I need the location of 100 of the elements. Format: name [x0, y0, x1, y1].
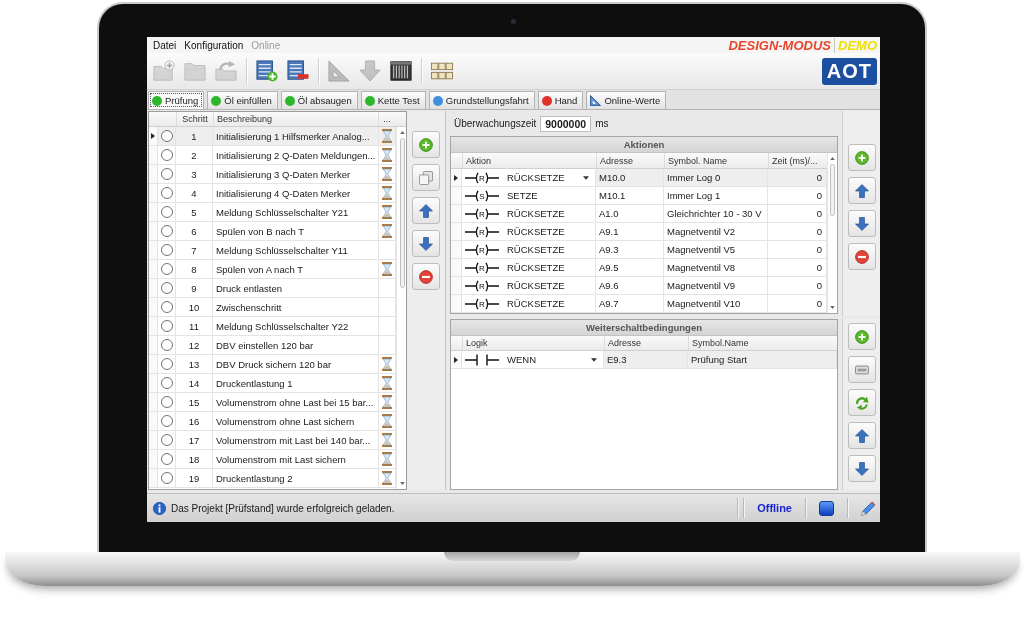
down-arrow-icon [854, 216, 869, 231]
table-cell: Initialisierung 1 Hilfsmerker Analog... [213, 127, 380, 146]
move-down-button[interactable] [847, 455, 876, 482]
table-cell: Meldung Schlüsselschalter Y11 [213, 241, 380, 260]
time-field[interactable]: 9000000 [540, 115, 592, 132]
tab[interactable]: Hand [537, 91, 584, 109]
pencil-icon[interactable] [861, 500, 876, 516]
scroll-down-icon[interactable] [830, 306, 835, 309]
status-message: Das Projekt [Prüfstand] wurde erfolgreich geladen. [171, 502, 395, 514]
radio-button[interactable] [160, 320, 173, 332]
hourglass-icon [382, 414, 393, 428]
table-title: Weiterschaltbedingungen [451, 320, 837, 336]
radio-button[interactable] [160, 396, 173, 408]
add-button[interactable] [847, 144, 876, 171]
tab[interactable]: Grundstellungsfahrt [428, 91, 535, 109]
hourglass-icon [382, 452, 393, 466]
table-cell: Magnetventil V5 [664, 241, 768, 259]
radio-button[interactable] [160, 282, 173, 294]
column-header[interactable]: Aktion [462, 153, 596, 168]
row-selector[interactable] [451, 351, 462, 369]
tab[interactable]: Öl absaugen [280, 91, 358, 109]
connection-status: Offline [756, 502, 793, 514]
info-icon [153, 501, 166, 515]
menu-item[interactable]: Datei [149, 37, 181, 53]
column-header[interactable]: Logik [462, 336, 604, 350]
rack-module-icon[interactable] [390, 60, 412, 82]
list-minus-icon[interactable] [287, 60, 309, 82]
menu-item[interactable]: Konfiguration [180, 37, 248, 53]
scrollbar-thumb[interactable] [830, 164, 835, 216]
tab[interactable]: Öl einfüllen [207, 91, 278, 109]
table-cell: Volumenstrom ohne Last bei 15 bar... [213, 393, 380, 412]
move-down-button[interactable] [847, 210, 876, 237]
tab[interactable]: Online-Werte [586, 91, 667, 109]
scrollbar-thumb[interactable] [400, 138, 406, 288]
add-button[interactable] [412, 131, 440, 158]
move-down-button[interactable] [412, 230, 440, 257]
radio-button[interactable] [160, 415, 173, 427]
dropdown-caret-icon[interactable] [583, 175, 589, 180]
radio-button[interactable] [160, 149, 173, 161]
row-selector[interactable] [451, 169, 462, 187]
table-cell: 7 [176, 241, 213, 260]
column-header[interactable]: Schritt [176, 112, 213, 126]
column-header[interactable]: ... [378, 112, 395, 126]
column-header[interactable]: Adresse [596, 153, 664, 168]
radio-button[interactable] [160, 187, 173, 199]
down-arrow-icon [854, 461, 869, 476]
edition-label: DEMO [834, 37, 877, 53]
radio-button[interactable] [160, 301, 173, 313]
radio-button[interactable] [160, 225, 173, 237]
column-header[interactable]: Symbol. Name [664, 153, 768, 168]
hourglass-icon [382, 471, 393, 485]
logic-label: WENN [507, 354, 537, 365]
refresh-button[interactable] [847, 389, 876, 416]
radio-button[interactable] [160, 206, 173, 218]
scroll-up-icon[interactable] [830, 157, 835, 160]
table-cell: 5 [176, 203, 213, 222]
column-header[interactable]: Beschreibung [213, 112, 378, 126]
keypad-icon[interactable] [431, 60, 453, 82]
column-header[interactable]: Adresse [604, 336, 688, 350]
dropdown-caret-icon[interactable] [591, 357, 597, 362]
column-header[interactable]: Symbol.Name [688, 336, 837, 350]
tab[interactable]: Prüfung [148, 91, 205, 109]
table-cell: Spülen von A nach T [213, 260, 380, 279]
radio-button[interactable] [160, 244, 173, 256]
table-cell: 3 [176, 165, 213, 184]
radio-button[interactable] [160, 263, 173, 275]
radio-button[interactable] [160, 453, 173, 465]
table-cell: A9.6 [596, 277, 664, 295]
move-up-button[interactable] [847, 177, 876, 204]
table-cell: Magnetventil V2 [664, 223, 768, 241]
radio-button[interactable] [160, 434, 173, 446]
table-cell: 0 [768, 169, 827, 187]
radio-button[interactable] [160, 168, 173, 180]
list-plus-icon[interactable] [256, 60, 278, 82]
scroll-down-icon[interactable] [400, 482, 406, 485]
remove-button[interactable] [847, 243, 876, 270]
table-cell: 0 [768, 205, 827, 223]
radio-button[interactable] [160, 472, 173, 484]
radio-button[interactable] [160, 377, 173, 389]
table-cell: Initialisierung 2 Q-Daten Meldungen... [213, 146, 380, 165]
table-cell: 18 [176, 450, 213, 469]
row-selector[interactable] [149, 127, 158, 146]
field-button[interactable] [847, 356, 876, 383]
add-button[interactable] [847, 323, 876, 350]
table-cell: A9.5 [596, 259, 664, 277]
copy-button[interactable] [412, 164, 440, 191]
column-header[interactable]: Zeit (ms)/... [768, 153, 827, 168]
remove-button[interactable] [412, 263, 440, 290]
scroll-up-icon[interactable] [400, 131, 406, 134]
hourglass-icon [382, 395, 393, 409]
table-cell: Druckentlastung 2 [213, 469, 380, 488]
table-cell: Volumenstrom ohne Last sichern [213, 412, 380, 431]
radio-button[interactable] [160, 339, 173, 351]
up-arrow-icon [854, 428, 869, 443]
tab[interactable]: Kette Test [360, 91, 426, 109]
move-up-button[interactable] [412, 197, 440, 224]
up-arrow-icon [854, 183, 869, 198]
move-up-button[interactable] [847, 422, 876, 449]
radio-button[interactable] [160, 130, 173, 142]
radio-button[interactable] [160, 358, 173, 370]
